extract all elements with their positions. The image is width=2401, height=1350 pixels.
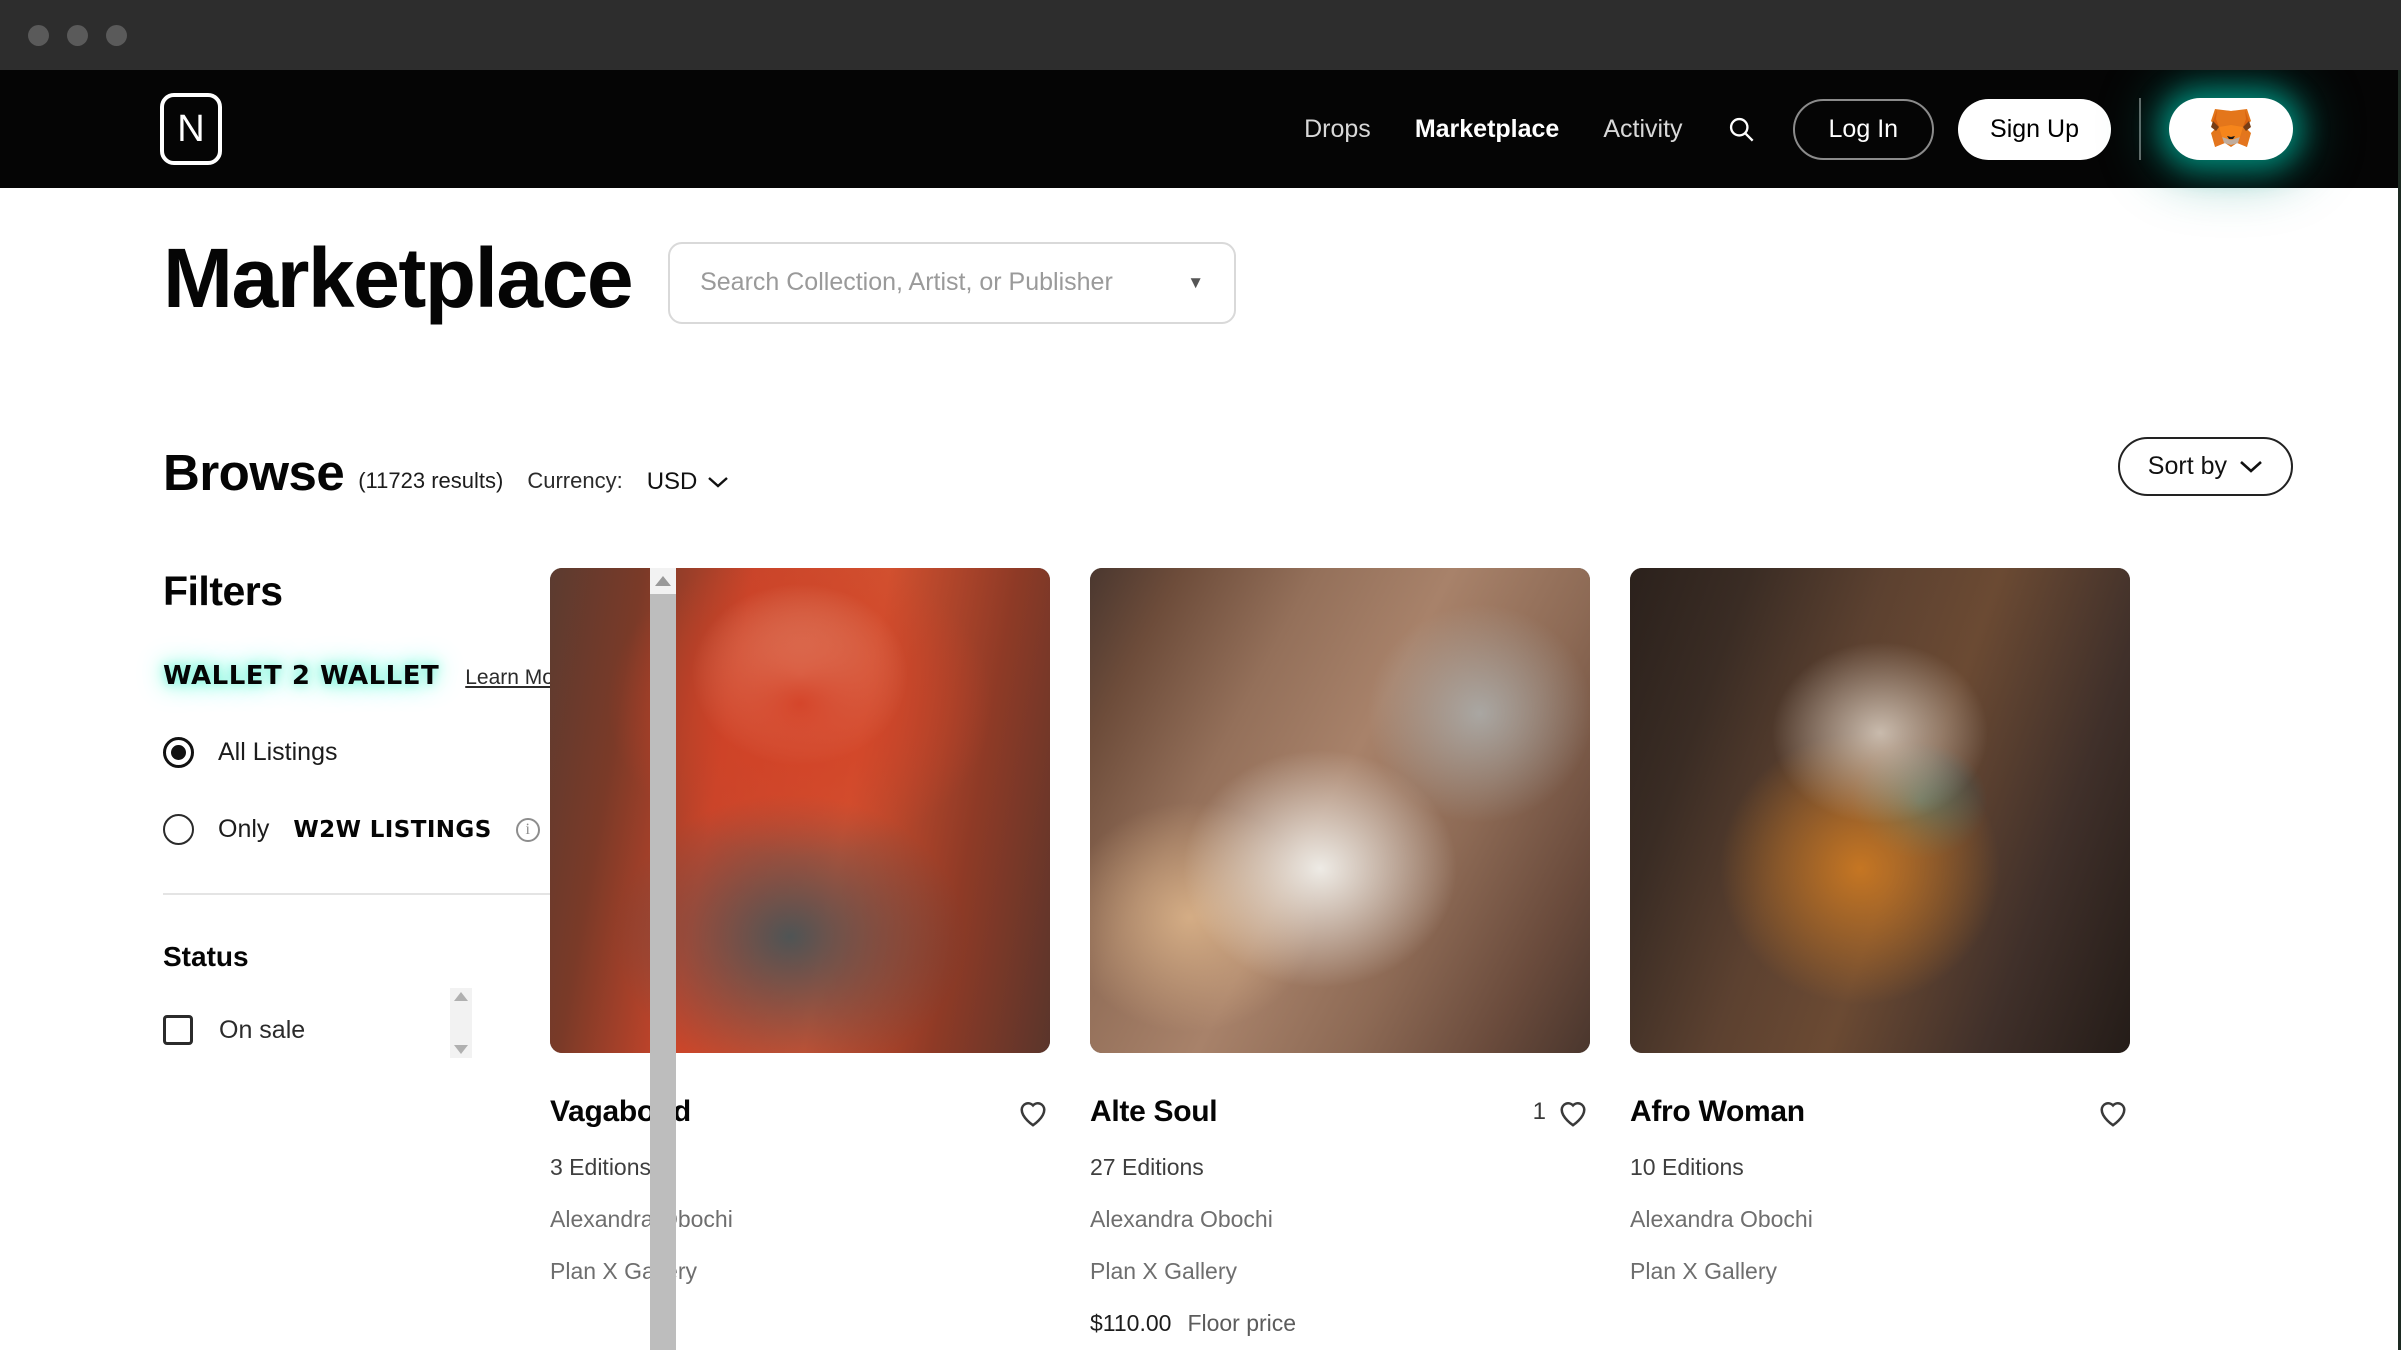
nft-editions: 10 Editions: [1630, 1154, 1744, 1180]
search-icon[interactable]: [1705, 115, 1777, 143]
w2w-listings-badge: W2W LISTINGS: [293, 816, 492, 843]
nft-card[interactable]: Alte Soul 1 27 Editions Alexandra Obochi…: [1090, 568, 1590, 1337]
heart-icon: [2100, 1101, 2126, 1127]
nft-price: $110.00: [1090, 1310, 1172, 1336]
metamask-fox-icon: [2211, 109, 2251, 147]
filter-option-label: All Listings: [218, 738, 338, 766]
nft-card-grid: Vagabond 3 Editions Alexandra Obochi Pla…: [500, 568, 2398, 1337]
browse-title: Browse: [163, 444, 345, 501]
nft-card[interactable]: Vagabond 3 Editions Alexandra Obochi Pla…: [550, 568, 1050, 1337]
login-button[interactable]: Log In: [1792, 98, 1935, 160]
nft-publisher[interactable]: Plan X Gallery: [1090, 1258, 1590, 1285]
like-count: 1: [1532, 1098, 1546, 1125]
search-input[interactable]: [700, 268, 1178, 297]
radio-selected-icon: [163, 737, 194, 768]
nft-artwork-afro-woman[interactable]: [1630, 568, 2130, 1053]
nft-artwork-vagabond[interactable]: [550, 568, 1050, 1053]
currency-selector[interactable]: USD: [647, 468, 730, 502]
chevron-down-icon: [708, 477, 729, 488]
nft-artist[interactable]: Alexandra Obochi: [550, 1206, 1050, 1233]
nft-title-row: Afro Woman: [1630, 1095, 2130, 1129]
nft-price-label: Floor price: [1187, 1310, 1297, 1336]
chevron-down-icon: [2240, 461, 2262, 473]
nav-item-drops[interactable]: Drops: [1282, 115, 1393, 144]
browse-toolbar: Browse (11723 results) Currency: USD Sor…: [0, 327, 2398, 502]
info-icon[interactable]: i: [515, 817, 540, 842]
filters-title: Filters: [163, 568, 283, 614]
app-root: N Drops Marketplace Activity Log In Sign…: [0, 0, 2401, 1350]
browser-viewport: N Drops Marketplace Activity Log In Sign…: [0, 70, 2401, 1350]
status-section-title: Status: [163, 941, 249, 972]
main-content: Filters WALLET 2 WALLET Learn More All L…: [0, 502, 2398, 1350]
nft-title: Afro Woman: [1630, 1095, 1805, 1128]
site-logo[interactable]: N: [160, 93, 222, 165]
checkbox-unchecked-icon: [163, 1015, 193, 1045]
sort-by-button[interactable]: Sort by: [2117, 437, 2293, 496]
scroll-down-arrow-icon[interactable]: [454, 1045, 468, 1054]
results-count: (11723 results): [358, 468, 504, 493]
nav-divider: [2139, 98, 2141, 160]
window-maximize-button[interactable]: [106, 24, 127, 46]
nft-artist[interactable]: Alexandra Obochi: [1090, 1206, 1590, 1233]
nft-editions: 3 Editions: [550, 1154, 652, 1180]
page-content: Marketplace ▼ Browse (11723 results) Cur…: [0, 188, 2398, 1350]
inner-scrollbar[interactable]: [450, 988, 472, 1058]
nav-item-activity[interactable]: Activity: [1581, 115, 1704, 144]
nft-title-row: Alte Soul 1: [1090, 1095, 1590, 1129]
heart-icon: [1020, 1101, 1046, 1127]
nft-price-row: $110.00 Floor price: [1090, 1310, 1590, 1337]
currency-label: Currency:: [527, 468, 623, 493]
nft-publisher[interactable]: Plan X Gallery: [550, 1258, 1050, 1285]
scrollbar-up-button[interactable]: [650, 568, 676, 594]
filter-option-prefix: Only: [218, 815, 270, 843]
sidebar-scrollbar[interactable]: [650, 568, 676, 1350]
wallet2wallet-badge: WALLET 2 WALLET: [163, 661, 440, 691]
nft-title: Alte Soul: [1090, 1095, 1218, 1128]
connect-wallet-button[interactable]: [2169, 98, 2293, 160]
currency-value: USD: [646, 468, 698, 495]
search-box[interactable]: ▼: [668, 241, 1237, 324]
scrollbar-thumb[interactable]: [650, 594, 676, 1350]
window-close-button[interactable]: [28, 24, 49, 46]
nft-publisher[interactable]: Plan X Gallery: [1630, 1258, 2130, 1285]
like-button[interactable]: [1006, 1097, 1050, 1128]
nft-editions: 27 Editions: [1090, 1154, 1204, 1180]
nft-title-row: Vagabond: [550, 1095, 1050, 1129]
nft-artist[interactable]: Alexandra Obochi: [1630, 1206, 2130, 1233]
like-button[interactable]: 1: [1533, 1097, 1590, 1128]
nft-card[interactable]: Afro Woman 10 Editions Alexandra Obochi …: [1630, 568, 2130, 1337]
window-minimize-button[interactable]: [67, 24, 88, 46]
nav-right-group: Drops Marketplace Activity Log In Sign U…: [1282, 98, 2293, 160]
nft-artwork-alte-soul[interactable]: [1090, 568, 1590, 1053]
sort-by-label: Sort by: [2147, 452, 2227, 480]
heart-icon: [1560, 1101, 1586, 1127]
radio-unselected-icon: [163, 814, 194, 845]
page-header: Marketplace ▼: [0, 188, 2398, 327]
top-navigation-bar: N Drops Marketplace Activity Log In Sign…: [0, 70, 2398, 188]
scroll-up-arrow-icon[interactable]: [454, 992, 468, 1001]
filters-sidebar: Filters WALLET 2 WALLET Learn More All L…: [0, 568, 676, 1350]
chevron-down-icon[interactable]: ▼: [1187, 273, 1204, 293]
status-checkbox-label: On sale: [219, 1015, 306, 1044]
like-button[interactable]: [2086, 1097, 2130, 1128]
signup-button[interactable]: Sign Up: [1958, 98, 2111, 160]
nav-item-marketplace[interactable]: Marketplace: [1393, 115, 1582, 144]
page-title: Marketplace: [163, 231, 634, 325]
window-title-bar: [0, 0, 2401, 70]
